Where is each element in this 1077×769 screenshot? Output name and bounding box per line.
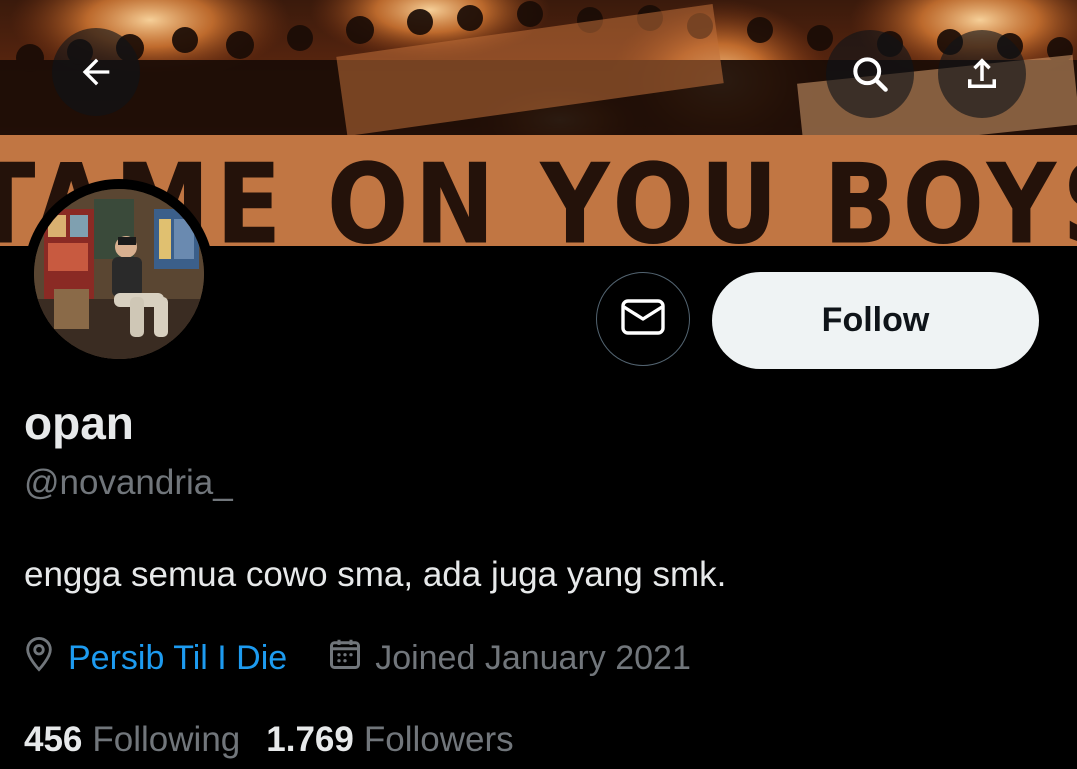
joined-item: Joined January 2021 [287, 636, 691, 681]
avatar[interactable] [24, 179, 214, 369]
share-button[interactable] [938, 30, 1026, 118]
back-button[interactable] [52, 28, 140, 116]
profile-bio: engga semua cowo sma, ada juga yang smk. [24, 555, 727, 594]
followers-link[interactable]: 1.769 Followers [266, 720, 513, 760]
joined-date: Joined January 2021 [375, 638, 691, 677]
avatar-photo [34, 189, 204, 359]
location-item: Persib Til I Die [22, 635, 287, 682]
user-handle: @novandria_ [24, 463, 233, 502]
location-link[interactable]: Persib Til I Die [68, 639, 287, 678]
search-button[interactable] [826, 30, 914, 118]
location-pin-icon [22, 635, 56, 682]
calendar-icon [327, 636, 363, 681]
arrow-left-icon [76, 52, 116, 92]
message-button[interactable] [596, 272, 690, 366]
share-icon [961, 53, 1003, 95]
following-label: Following [92, 720, 241, 759]
search-icon [848, 52, 892, 96]
followers-count: 1.769 [266, 720, 354, 759]
follow-stats: 456 Following 1.769 Followers [24, 720, 514, 760]
following-link[interactable]: 456 Following [24, 720, 240, 760]
envelope-icon [620, 297, 666, 342]
follow-button[interactable]: Follow [712, 272, 1039, 369]
followers-label: Followers [363, 720, 514, 759]
profile-meta: Persib Til I Die Joined January 2021 [22, 636, 691, 680]
display-name: opan [24, 397, 134, 449]
following-count: 456 [24, 720, 83, 759]
